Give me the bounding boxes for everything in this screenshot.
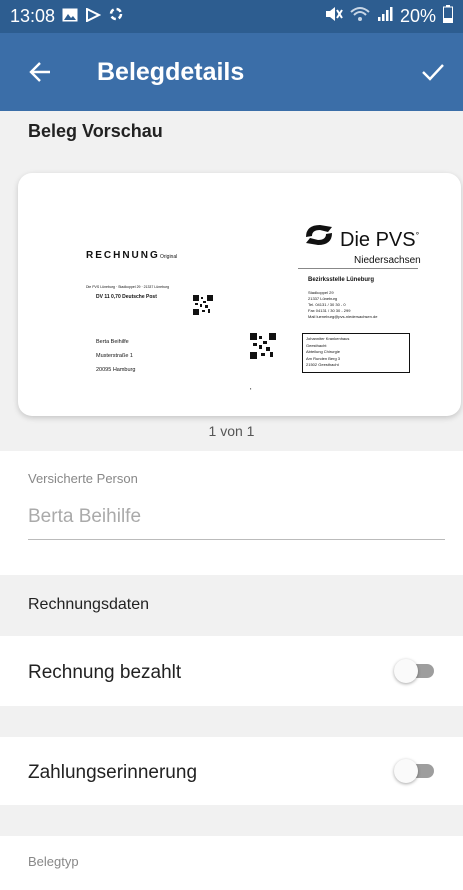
mute-icon — [325, 6, 343, 27]
invoice-section-title: Rechnungsdaten — [28, 596, 149, 613]
qr-code-icon — [193, 295, 213, 320]
toggle-knob — [394, 659, 418, 683]
doctype-card[interactable]: Belegtyp — [0, 836, 463, 890]
doc-address-block: Stadkoppel 29 21337 Lüneburg Tel. 04131 … — [308, 290, 377, 320]
app-bar: Belegdetails — [0, 33, 463, 111]
battery-icon — [443, 5, 453, 28]
page-title: Belegdetails — [97, 57, 245, 86]
pvs-logo-icon — [302, 221, 336, 254]
doc-heading-note: Original — [160, 254, 178, 260]
back-button[interactable] — [0, 62, 80, 82]
insured-person-label: Versicherte Person — [28, 471, 138, 486]
doc-dv-line: DV 11 0,70 Deutsche Post — [96, 294, 157, 300]
battery-text: 20% — [399, 6, 436, 26]
insured-person-card: Versicherte Person Berta Beihilfe — [0, 451, 463, 575]
doc-divider — [298, 268, 418, 269]
insured-person-underline — [28, 539, 445, 540]
doc-heading: RECHNUNG — [86, 250, 160, 261]
doc-recipient: Berta Beihilfe Musterstraße 1 20095 Hamb… — [96, 335, 135, 377]
image-icon — [62, 6, 78, 27]
doc-brand: Die PVS° — [340, 229, 420, 251]
page-indicator: 1 von 1 — [208, 423, 255, 439]
reminder-toggle[interactable] — [394, 759, 436, 783]
status-bar: 13:08 20% — [0, 0, 463, 33]
paid-toggle[interactable] — [394, 659, 436, 683]
doc-recipient-line: Musterstraße 1 — [96, 353, 133, 359]
doc-address-line: Mail lueneburg@pvs-niedersachsen.de — [308, 314, 378, 319]
toggle-knob — [394, 759, 418, 783]
doc-sender-line: Die PVS Lüneburg · Stadkoppel 29 · 21337… — [86, 285, 170, 289]
doc-brand-sub: Niedersachsen — [354, 255, 421, 266]
doc-office: Bezirksstelle Lüneburg — [308, 277, 375, 283]
app-notification-icon — [108, 6, 124, 27]
checkmark-icon — [422, 64, 444, 81]
doc-small-mark: ▪ — [250, 386, 252, 391]
paid-label: Rechnung bezahlt — [28, 662, 182, 683]
insured-person-field[interactable]: Berta Beihilfe — [28, 506, 141, 528]
doc-recipient-line: Berta Beihilfe — [96, 339, 129, 345]
confirm-button[interactable] — [403, 62, 463, 82]
paid-row[interactable]: Rechnung bezahlt — [0, 636, 463, 706]
doc-box-line: 21502 Geesthacht — [306, 362, 339, 367]
doc-recipient-line: 20095 Hamburg — [96, 367, 136, 373]
wifi-icon — [350, 6, 370, 27]
preview-section-title: Beleg Vorschau — [28, 121, 163, 141]
document-preview[interactable]: RECHNUNG Original Die PVS° Niedersachsen… — [18, 173, 461, 416]
reminder-row[interactable]: Zahlungserinnerung — [0, 737, 463, 805]
status-time: 13:08 — [10, 6, 56, 26]
barcode-icon — [250, 333, 276, 364]
play-icon — [85, 6, 102, 27]
doc-recipient-box: Johanniter Krankenhaus Geesthacht Abteil… — [302, 333, 410, 373]
signal-icon — [377, 6, 393, 27]
reminder-label: Zahlungserinnerung — [28, 762, 198, 783]
arrow-left-icon — [29, 62, 50, 82]
doctype-label: Belegtyp — [28, 854, 79, 869]
